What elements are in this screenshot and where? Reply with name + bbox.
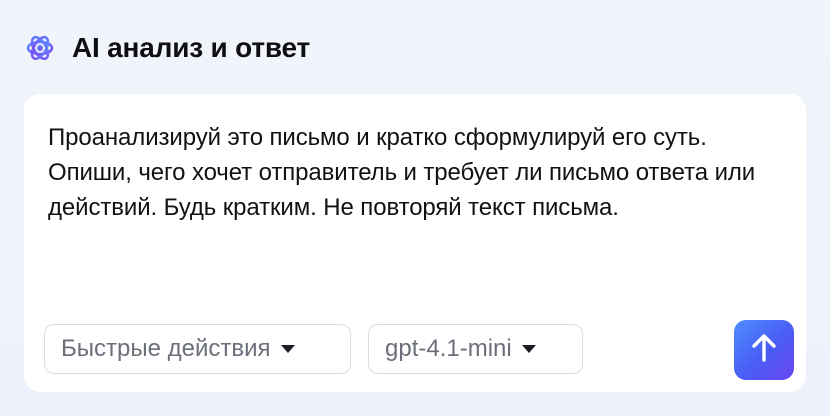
model-label: gpt-4.1-mini: [385, 335, 512, 362]
chevron-down-icon: [521, 345, 536, 353]
ai-sparkle-icon: [24, 32, 56, 64]
model-select[interactable]: gpt-4.1-mini: [368, 324, 583, 374]
quick-actions-dropdown[interactable]: Быстрые действия: [44, 324, 351, 374]
chevron-down-icon: [280, 345, 295, 353]
arrow-up-icon: [750, 333, 778, 368]
send-button[interactable]: [734, 320, 794, 380]
page-title: AI анализ и ответ: [72, 32, 311, 63]
quick-actions-label: Быстрые действия: [61, 335, 271, 362]
prompt-text[interactable]: Проанализируй это письмо и кратко сформу…: [48, 120, 768, 225]
prompt-card: Проанализируй это письмо и кратко сформу…: [24, 94, 806, 392]
header: AI анализ и ответ: [24, 28, 310, 68]
